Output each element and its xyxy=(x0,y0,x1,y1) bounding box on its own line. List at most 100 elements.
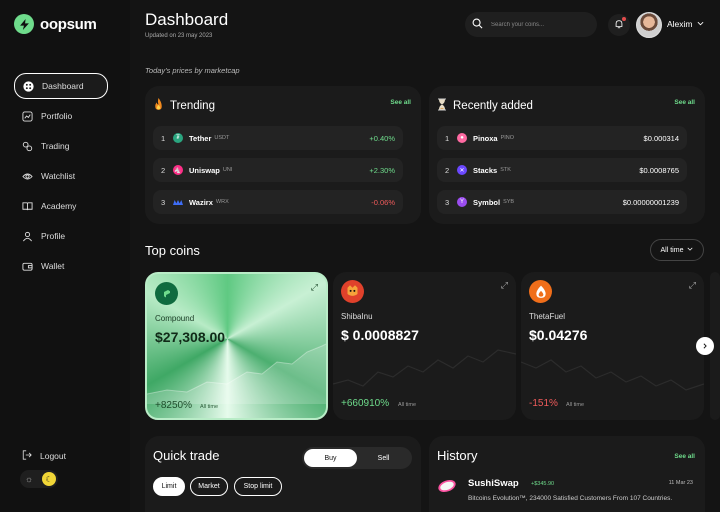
trending-row[interactable]: 3 Wazirx WRX -0.06% xyxy=(153,190,403,214)
page-title: Dashboard xyxy=(145,10,229,29)
rank: 1 xyxy=(445,133,450,143)
notification-dot xyxy=(622,17,626,21)
logo-text: oopsum xyxy=(40,15,97,33)
order-type-market[interactable]: Market xyxy=(190,477,228,496)
grid-icon xyxy=(23,80,34,92)
fire-icon xyxy=(153,98,164,114)
coin-name: Tether xyxy=(189,133,212,143)
recent-row[interactable]: 1 ● Pinoxa PINO $0.000314 xyxy=(437,126,687,150)
coin-card-shibainu[interactable]: ⤢ ShibaInu $ 0.0008827 +660910% All time xyxy=(333,272,516,420)
expand-icon[interactable]: ⤢ xyxy=(501,280,508,291)
coin-card-thetafuel[interactable]: ⤢ ThetaFuel $0.04276 -151% All time xyxy=(521,272,704,420)
history-title: History xyxy=(437,448,478,463)
notification-button[interactable] xyxy=(608,14,630,36)
coin-name: Symbol xyxy=(473,197,501,207)
sun-icon[interactable]: ☼ xyxy=(22,472,36,486)
updated-date: Updated on 23 may 2023 xyxy=(145,33,213,39)
recent-row[interactable]: 2 ✕ Stacks STK $0.0008765 xyxy=(437,158,687,182)
stacks-icon: ✕ xyxy=(457,165,467,175)
sidebar-item-watchlist[interactable]: Watchlist xyxy=(14,163,108,189)
eye-icon xyxy=(22,171,33,182)
moon-icon[interactable]: ☾ xyxy=(42,472,56,486)
history-panel: History See all SushiSwap +$345.90 11 Ma… xyxy=(429,436,705,512)
quick-trade-panel: Quick trade Buy Sell Limit Market Stop l… xyxy=(145,436,421,512)
history-amount: +$345.90 xyxy=(531,481,555,487)
symbol-icon: Y xyxy=(457,197,467,207)
hourglass-icon xyxy=(437,98,447,114)
sidebar-item-label: Dashboard xyxy=(42,81,84,91)
search-icon xyxy=(472,16,483,34)
history-coin-name: SushiSwap xyxy=(468,478,519,489)
trending-row[interactable]: 1 ₮ Tether USDT +0.40% xyxy=(153,126,403,150)
recently-added-panel: Recently added See all 1 ● Pinoxa PINO $… xyxy=(429,86,705,224)
coin-card-compound[interactable]: ⤢ Compound $27,308.00 +8250% All time xyxy=(145,272,328,420)
wallet-icon xyxy=(22,261,33,272)
search-bar[interactable] xyxy=(465,12,597,37)
coin-symbol: WRX xyxy=(215,199,229,205)
coin-period: All time xyxy=(398,402,417,408)
coin-name: Stacks xyxy=(473,165,498,175)
sushiswap-icon xyxy=(437,478,457,499)
sparkline xyxy=(333,349,516,387)
user-menu[interactable]: Alexim xyxy=(667,19,704,29)
coin-name: Wazirx xyxy=(189,197,213,207)
user-icon xyxy=(22,231,33,242)
trading-icon xyxy=(22,141,33,152)
search-input[interactable] xyxy=(491,21,586,28)
theme-toggle[interactable]: ☼ ☾ xyxy=(20,470,58,488)
rank: 3 xyxy=(445,197,450,207)
sidebar-item-dashboard[interactable]: Dashboard xyxy=(14,73,108,99)
recently-added-see-all-link[interactable]: See all xyxy=(674,99,695,106)
expand-icon[interactable]: ⤢ xyxy=(311,282,318,293)
history-description: Bitcoins Evolution™, 234000 Satisfied Cu… xyxy=(468,495,673,502)
history-header: History xyxy=(437,448,477,463)
sidebar-item-academy[interactable]: Academy xyxy=(14,193,108,219)
time-range-value: All time xyxy=(660,246,684,254)
logout-icon xyxy=(22,450,32,462)
logout-button[interactable]: Logout xyxy=(22,450,66,462)
logo[interactable]: oopsum xyxy=(14,14,97,34)
expand-icon[interactable]: ⤢ xyxy=(689,280,696,291)
time-range-dropdown[interactable]: All time xyxy=(650,239,704,261)
buy-tab[interactable]: Buy xyxy=(304,449,357,467)
trending-see-all-link[interactable]: See all xyxy=(390,99,411,106)
trending-title: Trending xyxy=(170,100,215,112)
coin-price: $0.0008765 xyxy=(639,165,679,175)
thetafuel-icon xyxy=(529,280,552,303)
order-type-stop-limit[interactable]: Stop limit xyxy=(234,477,282,496)
sidebar-item-label: Trading xyxy=(41,141,70,151)
buy-sell-toggle[interactable]: Buy Sell xyxy=(302,447,412,469)
coin-symbol: UNI xyxy=(222,167,233,173)
trending-row[interactable]: 2 🦄 Uniswap UNI +2.30% xyxy=(153,158,403,182)
coin-period: All time xyxy=(566,402,585,408)
section-caption: Today's prices by marketcap xyxy=(145,66,240,75)
carousel-next-button[interactable] xyxy=(696,337,714,355)
tether-icon: ₮ xyxy=(173,133,183,143)
sidebar-item-portfolio[interactable]: Portfolio xyxy=(14,103,108,129)
sidebar-item-label: Profile xyxy=(41,231,66,241)
coin-change: +8250% xyxy=(155,400,192,411)
app: oopsum Dashboard Portfolio Trading Watch… xyxy=(0,0,720,512)
sidebar-item-wallet[interactable]: Wallet xyxy=(14,253,108,279)
logout-label: Logout xyxy=(40,451,66,461)
history-see-all-link[interactable]: See all xyxy=(674,453,695,460)
sidebar-item-trading[interactable]: Trading xyxy=(14,133,108,159)
coin-name: Pinoxa xyxy=(473,133,498,143)
sidebar-item-profile[interactable]: Profile xyxy=(14,223,108,249)
sidebar-item-label: Wallet xyxy=(41,261,65,271)
history-date: 11 Mar 23 xyxy=(668,480,693,486)
coin-change: -0.06% xyxy=(371,197,395,207)
compound-icon xyxy=(155,282,178,305)
coin-symbol: USDT xyxy=(214,135,230,141)
wazirx-icon xyxy=(173,197,183,207)
sparkline xyxy=(147,343,326,404)
sidebar-item-label: Portfolio xyxy=(41,111,73,121)
recent-row[interactable]: 3 Y Symbol SYB $0.00000001239 xyxy=(437,190,687,214)
order-type-limit[interactable]: Limit xyxy=(153,477,185,496)
sell-tab[interactable]: Sell xyxy=(357,449,410,467)
quick-trade-title: Quick trade xyxy=(153,448,220,463)
coin-price: $0.000314 xyxy=(643,133,679,143)
coin-change: -151% xyxy=(529,398,558,409)
coin-name: ThetaFuel xyxy=(529,312,566,321)
avatar[interactable] xyxy=(636,12,662,38)
